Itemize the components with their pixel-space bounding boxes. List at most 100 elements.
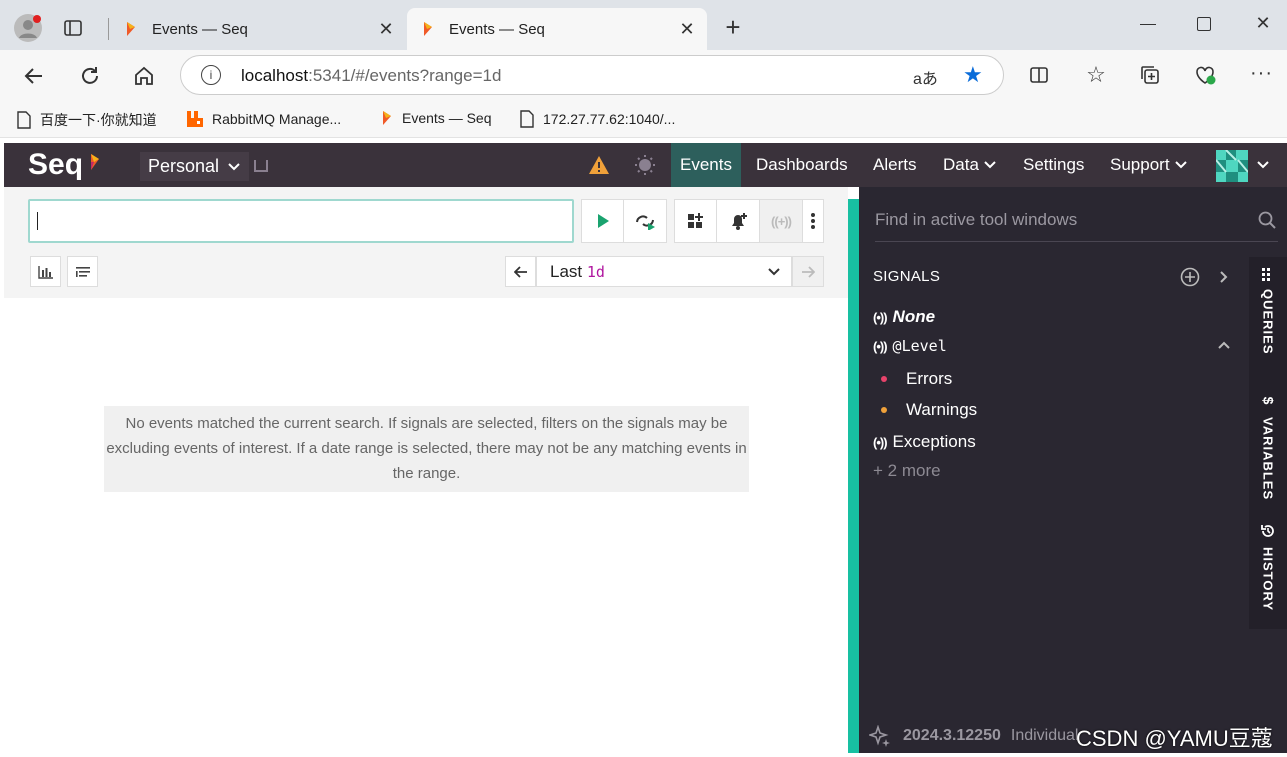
home-icon[interactable] bbox=[132, 64, 156, 88]
range-back-button[interactable] bbox=[505, 256, 536, 287]
browser-toolbar: i localhost:5341/#/events?range=1d aあ ★ … bbox=[0, 50, 1287, 102]
list-view-button[interactable] bbox=[67, 256, 98, 287]
bookmark-label: 172.27.77.62:1040/... bbox=[543, 111, 676, 127]
bookmark-baidu[interactable]: 百度一下·你就知道 bbox=[16, 110, 157, 130]
more-options-icon[interactable] bbox=[802, 199, 824, 243]
browser-tab-bar: Events — Seq ✕ Events — Seq ✕ + ✕ bbox=[0, 0, 1287, 50]
tool-window-splitter[interactable] bbox=[848, 199, 859, 753]
add-alert-button[interactable] bbox=[716, 199, 760, 243]
queries-icon bbox=[1262, 268, 1270, 281]
bookmark-rabbitmq[interactable]: RabbitMQ Manage... bbox=[186, 110, 341, 128]
nav-alerts-label: Alerts bbox=[873, 155, 917, 174]
back-icon[interactable] bbox=[22, 64, 46, 88]
broadcast-icon: (•)) bbox=[873, 309, 888, 325]
minimize-icon[interactable] bbox=[1140, 24, 1156, 25]
browser-tab-1[interactable]: Events — Seq ✕ bbox=[110, 8, 406, 50]
close-window-icon[interactable]: ✕ bbox=[1252, 12, 1274, 34]
tab-queries[interactable]: QUERIES bbox=[1249, 267, 1287, 355]
histogram-toggle-button[interactable] bbox=[30, 256, 61, 287]
signals-header: SIGNALS bbox=[873, 268, 941, 285]
bookmark-label: Events — Seq bbox=[402, 110, 492, 126]
add-to-dashboard-button[interactable] bbox=[674, 199, 717, 243]
run-query-button[interactable] bbox=[581, 199, 624, 243]
reload-icon[interactable] bbox=[78, 64, 102, 88]
bookmark-seq[interactable]: Events — Seq bbox=[380, 110, 492, 126]
nav-dashboards-label: Dashboards bbox=[756, 155, 848, 174]
theme-toggle-icon[interactable] bbox=[634, 154, 656, 176]
chevron-down-icon bbox=[768, 268, 780, 276]
nav-dashboards[interactable]: Dashboards bbox=[756, 143, 848, 187]
dollar-icon: $ bbox=[1259, 396, 1276, 406]
browser-tab-2[interactable]: Events — Seq ✕ bbox=[407, 8, 707, 50]
signal-label: Warnings bbox=[906, 400, 978, 419]
signal-label: Exceptions bbox=[892, 432, 976, 451]
nav-data-label: Data bbox=[943, 155, 979, 174]
nav-data[interactable]: Data bbox=[943, 143, 997, 187]
range-select[interactable]: Last 1d bbox=[536, 256, 792, 287]
maximize-icon[interactable] bbox=[1197, 17, 1211, 31]
bookmark-label: RabbitMQ Manage... bbox=[212, 111, 342, 127]
tab-variables[interactable]: $ VARIABLES bbox=[1249, 393, 1287, 501]
tab-history[interactable]: HISTORY bbox=[1249, 523, 1287, 611]
play-icon bbox=[597, 214, 609, 228]
collections-icon[interactable] bbox=[1139, 64, 1161, 86]
empty-state-message: No events matched the current search. If… bbox=[104, 406, 749, 492]
tab-history-label: HISTORY bbox=[1260, 547, 1276, 612]
favorites-icon[interactable]: ☆ bbox=[1084, 62, 1108, 87]
search-icon[interactable] bbox=[1258, 211, 1276, 229]
signal-warnings[interactable]: Warnings bbox=[881, 400, 977, 420]
signal-none[interactable]: (•)) None bbox=[873, 307, 935, 327]
csdn-watermark: CSDN @YAMU豆蔻 bbox=[1076, 726, 1273, 751]
info-icon[interactable]: i bbox=[201, 65, 221, 85]
tool-window-pane: Find in active tool windows SIGNALS (•))… bbox=[859, 187, 1287, 753]
nav-support[interactable]: Support bbox=[1110, 143, 1188, 187]
more-signals-link[interactable]: + 2 more bbox=[873, 461, 941, 481]
error-dot-icon bbox=[881, 376, 887, 382]
new-tab-icon[interactable]: + bbox=[722, 12, 744, 42]
tool-search-input[interactable]: Find in active tool windows bbox=[875, 198, 1278, 242]
nav-events[interactable]: Events bbox=[671, 143, 741, 187]
signal-errors[interactable]: Errors bbox=[881, 369, 952, 389]
workspace-selector[interactable]: Personal bbox=[140, 152, 250, 181]
signal-group-level[interactable]: (•)) @Level bbox=[873, 337, 1233, 355]
chevron-down-icon[interactable] bbox=[1256, 160, 1270, 170]
user-avatar-icon[interactable] bbox=[1216, 150, 1248, 182]
nav-settings[interactable]: Settings bbox=[1023, 143, 1084, 187]
range-value: 1d bbox=[586, 262, 605, 281]
browser-essentials-icon[interactable] bbox=[1193, 63, 1217, 87]
chevron-down-icon bbox=[984, 161, 996, 169]
seq-logo[interactable]: Seq bbox=[28, 148, 101, 182]
warning-icon[interactable] bbox=[588, 155, 610, 175]
chevron-right-icon[interactable] bbox=[1219, 270, 1229, 284]
url-path: :5341/#/events?range=1d bbox=[308, 66, 502, 85]
read-aloud-icon[interactable]: aあ bbox=[913, 65, 938, 89]
tail-button[interactable] bbox=[623, 199, 667, 243]
search-input[interactable] bbox=[28, 199, 574, 243]
add-signal-button[interactable]: ((+)) bbox=[759, 199, 803, 243]
seq-favicon-icon bbox=[127, 22, 135, 36]
nav-alerts[interactable]: Alerts bbox=[873, 143, 916, 187]
seq-icon bbox=[383, 111, 391, 125]
tab-actions-icon[interactable] bbox=[63, 18, 83, 38]
chevron-up-icon[interactable] bbox=[1217, 340, 1231, 350]
split-screen-icon[interactable] bbox=[1028, 64, 1050, 86]
range-forward-button[interactable] bbox=[792, 256, 824, 287]
url-host: localhost bbox=[241, 66, 309, 85]
broadcast-icon: (•)) bbox=[873, 338, 888, 354]
tab-title: Events — Seq bbox=[449, 20, 545, 38]
side-tab-strip: QUERIES $ VARIABLES HISTORY bbox=[1249, 257, 1287, 629]
favorite-star-icon[interactable]: ★ bbox=[963, 62, 983, 88]
broadcast-add-icon: ((+)) bbox=[771, 213, 792, 229]
bookmark-ip[interactable]: 172.27.77.62:1040/... bbox=[519, 110, 675, 128]
profile-avatar-icon[interactable] bbox=[14, 14, 42, 42]
tab-title: Events — Seq bbox=[152, 20, 248, 38]
workspace-pin-icon[interactable] bbox=[254, 160, 268, 172]
page-icon bbox=[520, 110, 534, 128]
address-bar[interactable]: i localhost:5341/#/events?range=1d aあ ★ bbox=[180, 55, 1004, 95]
close-tab-icon[interactable]: ✕ bbox=[677, 19, 697, 40]
more-menu-icon[interactable]: ··· bbox=[1250, 62, 1273, 85]
close-tab-icon[interactable]: ✕ bbox=[376, 19, 396, 40]
signal-exceptions[interactable]: (•)) Exceptions bbox=[873, 432, 976, 452]
add-signal-icon[interactable] bbox=[1180, 267, 1200, 287]
seq-favicon-icon bbox=[424, 22, 432, 36]
